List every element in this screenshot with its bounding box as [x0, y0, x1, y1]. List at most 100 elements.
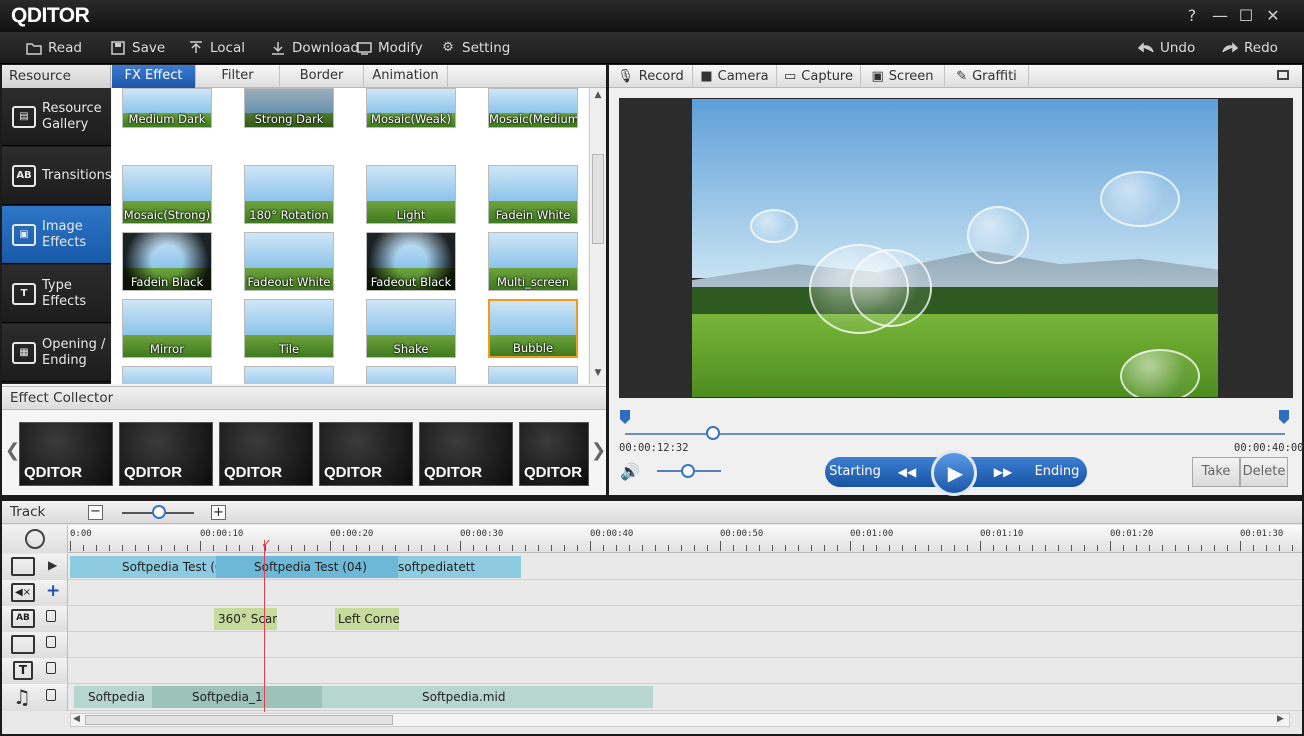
video-clip[interactable]: softpediatett: [398, 556, 521, 578]
effect-thumb[interactable]: Medium Dark: [122, 88, 212, 128]
video-clip[interactable]: Softpedia Test (04): [70, 556, 216, 578]
collector-next-icon[interactable]: ❯: [591, 440, 606, 461]
seek-knob[interactable]: [706, 426, 720, 440]
effect-thumb[interactable]: Light: [366, 165, 456, 224]
tab-camera[interactable]: ■ Camera: [693, 65, 777, 88]
effect-thumb[interactable]: Mosaic(Strong): [122, 165, 212, 224]
zoom-out-button[interactable]: −: [88, 505, 103, 520]
tab-record[interactable]: 🎙 Record: [609, 65, 693, 88]
ending-button[interactable]: Ending: [1027, 457, 1087, 487]
playhead-marker-icon[interactable]: ✓: [261, 537, 272, 552]
redo-button[interactable]: Redo: [1222, 32, 1278, 64]
audio-clip[interactable]: Softpedia: [74, 686, 152, 708]
effect-thumb[interactable]: Fadeout Black: [366, 232, 456, 291]
transition-clip[interactable]: Left Corner: [335, 608, 399, 630]
collector-thumb[interactable]: QDITOR: [419, 422, 513, 486]
fullscreen-icon[interactable]: [1277, 70, 1289, 80]
lock-icon[interactable]: [46, 662, 56, 674]
zoom-knob[interactable]: [152, 505, 166, 519]
effect-thumb[interactable]: Tile: [244, 299, 334, 358]
audio-clip[interactable]: Softpedia.mid: [322, 686, 653, 708]
sidebar-item-type-effects[interactable]: T Type Effects: [2, 265, 111, 323]
undo-button[interactable]: Undo: [1138, 32, 1195, 64]
modify-button[interactable]: Modify: [356, 32, 423, 64]
ruler-tick: [174, 545, 175, 551]
read-button[interactable]: Read: [26, 32, 82, 64]
tab-capture[interactable]: ▭ Capture: [777, 65, 861, 88]
effect-grid-scrollbar[interactable]: ▲ ▼: [589, 88, 606, 384]
collector-thumb[interactable]: QDITOR: [119, 422, 213, 486]
expand-arrow-icon[interactable]: ▶: [48, 558, 57, 572]
lock-icon[interactable]: [46, 689, 56, 701]
effect-thumb[interactable]: Fadeout White: [244, 232, 334, 291]
setting-button[interactable]: ⚙ Setting: [440, 32, 510, 64]
preview-seek-bar[interactable]: [625, 433, 1285, 435]
effect-thumb[interactable]: Fadein Black: [122, 232, 212, 291]
playhead-line[interactable]: [264, 540, 265, 712]
video-clip[interactable]: Softpedia Test (04): [216, 556, 398, 578]
mute-icon[interactable]: ◀×: [11, 583, 35, 602]
maximize-button[interactable]: ☐: [1235, 5, 1257, 27]
effect-thumb[interactable]: Mosaic(Medium): [488, 88, 578, 128]
effect-thumb[interactable]: Mosaic(Weak): [366, 88, 456, 128]
lock-icon[interactable]: [46, 610, 56, 622]
sidebar-item-resource-gallery[interactable]: ▤ Resource Gallery: [2, 88, 111, 146]
download-button[interactable]: Download: [270, 32, 359, 64]
volume-icon[interactable]: 🔊: [620, 462, 640, 481]
help-button[interactable]: ?: [1181, 5, 1203, 27]
take-button[interactable]: Take: [1192, 457, 1240, 487]
transition-clip[interactable]: 360° Scan: [214, 608, 277, 630]
effect-thumb[interactable]: 180° Rotation: [244, 165, 334, 224]
effect-thumb[interactable]: Strong Dark: [244, 88, 334, 128]
effect-thumb[interactable]: Mirror: [122, 299, 212, 358]
tab-graffiti[interactable]: ✎ Graffiti: [945, 65, 1029, 88]
ruler-tick: [1032, 545, 1033, 551]
effect-thumb[interactable]: [122, 366, 212, 384]
tab-fx-effect[interactable]: FX Effect: [112, 65, 196, 88]
save-button[interactable]: Save: [110, 32, 165, 64]
scroll-up-icon[interactable]: ▲: [592, 90, 604, 102]
tab-animation[interactable]: Animation: [364, 65, 448, 88]
scroll-right-icon[interactable]: ▶: [1277, 714, 1284, 724]
scroll-left-icon[interactable]: ◀: [73, 714, 80, 724]
time-ruler[interactable]: 0:00 00:00:10 00:00:20 00:00:30 00:00:40 00:0…: [68, 525, 1302, 553]
next-icon[interactable]: ▶▶: [981, 457, 1025, 487]
volume-knob[interactable]: [681, 464, 695, 478]
effect-thumb[interactable]: [366, 366, 456, 384]
effect-thumb[interactable]: [488, 366, 578, 384]
effect-thumb[interactable]: Shake: [366, 299, 456, 358]
tab-border[interactable]: Border: [280, 65, 364, 88]
zoom-in-button[interactable]: +: [211, 505, 226, 520]
track-horizontal-scrollbar[interactable]: ◀ ▶: [70, 713, 1290, 727]
effect-thumb[interactable]: Bubble: [488, 299, 578, 358]
scroll-thumb[interactable]: [592, 154, 604, 244]
scroll-down-icon[interactable]: ▼: [592, 368, 604, 380]
previous-icon[interactable]: ◀◀: [885, 457, 929, 487]
audio-clip[interactable]: Softpedia_1: [152, 686, 322, 708]
scroll-thumb[interactable]: [85, 715, 393, 725]
collector-thumb[interactable]: QDITOR: [219, 422, 313, 486]
ruler-tick: [928, 545, 929, 551]
effect-thumb[interactable]: Fadein White: [488, 165, 578, 224]
effect-thumb[interactable]: [244, 366, 334, 384]
sidebar-item-transitions[interactable]: AB Transitions: [2, 147, 112, 205]
collector-thumb[interactable]: QDITOR: [19, 422, 113, 486]
close-button[interactable]: ✕: [1262, 5, 1284, 27]
tab-filter[interactable]: Filter: [196, 65, 280, 88]
collector-thumb[interactable]: QDITOR: [319, 422, 413, 486]
add-icon[interactable]: +: [46, 581, 60, 601]
collector-thumb[interactable]: QDITOR: [519, 422, 589, 486]
effect-thumb[interactable]: Multi_screen: [488, 232, 578, 291]
play-icon[interactable]: ▶: [931, 450, 977, 496]
end-marker[interactable]: [1279, 410, 1289, 424]
minimize-button[interactable]: —: [1209, 5, 1231, 27]
tab-screen[interactable]: ▣ Screen: [861, 65, 945, 88]
collector-prev-icon[interactable]: ❮: [5, 440, 20, 461]
sidebar-item-image-effects[interactable]: ▣ Image Effects: [2, 206, 111, 264]
delete-button[interactable]: Delete: [1240, 457, 1288, 487]
lock-icon[interactable]: [46, 636, 56, 648]
sidebar-item-opening-ending[interactable]: ▦ Opening / Ending: [2, 324, 111, 382]
start-marker[interactable]: [620, 410, 630, 424]
local-button[interactable]: Local: [188, 32, 245, 64]
starting-button[interactable]: Starting: [825, 457, 885, 487]
